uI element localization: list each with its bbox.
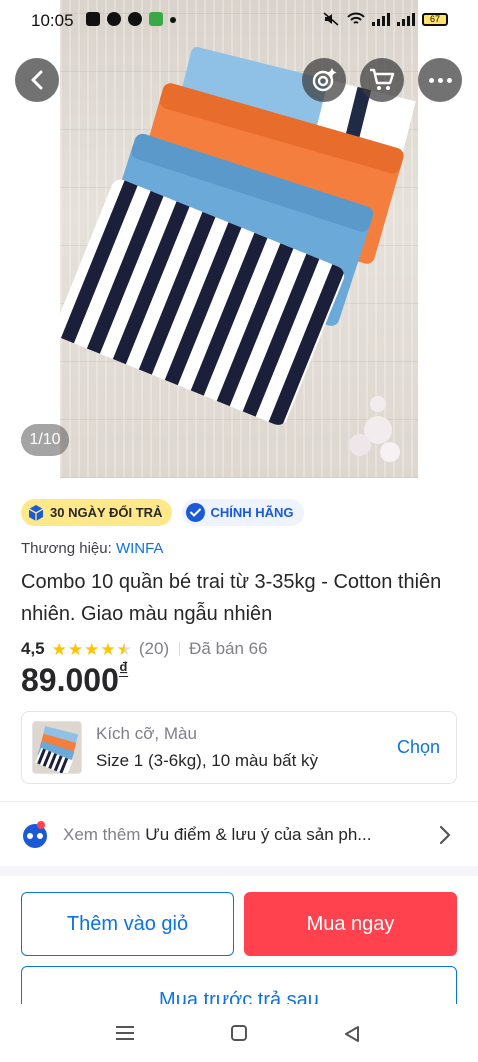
star-icon: ★ — [84, 639, 100, 659]
cart-button[interactable] — [360, 58, 404, 102]
see-more-text: Xem thêm Ưu điểm & lưu ý của sản ph... — [63, 825, 413, 845]
choose-variant-link[interactable]: Chọn — [397, 737, 440, 758]
see-more-row[interactable]: Xem thêm Ưu điểm & lưu ý của sản ph... — [21, 815, 457, 855]
see-more-prefix: Xem thêm — [63, 825, 141, 844]
signal-2-icon — [397, 12, 415, 26]
product-title: Combo 10 quần bé trai từ 3-35kg - Cotton… — [21, 571, 442, 625]
back-button[interactable] — [15, 58, 59, 102]
review-count: (20) — [138, 639, 170, 658]
variant-selector[interactable]: Kích cỡ, Màu Size 1 (3-6kg), 10 màu bất … — [21, 711, 457, 784]
rating-value: 4,5 — [21, 639, 45, 658]
return-policy-label: 30 NGÀY ĐỔI TRẢ — [50, 505, 163, 520]
rating-stars: ★ ★ ★ ★ ★ — [52, 641, 132, 658]
android-icon — [149, 12, 163, 26]
see-more-topic: Ưu điểm & lưu ý của sản ph... — [145, 825, 372, 844]
sold-count: Đã bán 66 — [189, 639, 268, 658]
home-icon[interactable] — [231, 1025, 247, 1041]
notification-icons — [86, 12, 176, 26]
system-nav-bar — [0, 1004, 478, 1062]
more-dots-icon — [428, 77, 452, 83]
star-icon: ★ — [100, 639, 116, 659]
cart-icon — [370, 68, 395, 90]
buy-now-button[interactable]: Mua ngay — [244, 892, 457, 956]
verified-check-icon — [186, 503, 206, 522]
star-icon: ★ — [51, 639, 67, 659]
recent-apps-icon[interactable] — [116, 1026, 134, 1044]
dot-icon — [170, 17, 176, 23]
price-value: 89.000 — [21, 662, 119, 698]
wifi-icon — [347, 12, 365, 24]
status-time: 10:05 — [31, 11, 74, 30]
section-gap — [0, 866, 478, 876]
return-policy-badge[interactable]: 30 NGÀY ĐỔI TRẢ — [21, 499, 173, 526]
currency-symbol: ₫ — [118, 659, 129, 680]
shopee-icon — [86, 12, 100, 26]
chevron-left-icon — [31, 70, 43, 90]
section-divider — [0, 801, 478, 802]
settings-icon — [128, 12, 142, 26]
product-image-gallery[interactable]: 10:05 67 1/10 — [0, 0, 478, 478]
brand-label: Thương hiệu: — [21, 540, 112, 557]
signal-icon — [372, 12, 390, 26]
ar-view-button[interactable] — [302, 58, 346, 102]
variant-label: Kích cỡ, Màu — [96, 724, 197, 743]
product-price: 89.000₫ — [21, 659, 129, 699]
battery-icon: 67 — [422, 12, 448, 26]
brand-line: Thương hiệu: WINFA — [21, 540, 163, 557]
variant-value: Size 1 (3-6kg), 10 màu bất kỳ — [96, 751, 319, 770]
genuine-badge[interactable]: CHÍNH HÃNG — [182, 499, 304, 526]
image-counter: 1/10 — [21, 424, 69, 456]
return-box-icon — [28, 504, 44, 521]
status-bar: 10:05 67 — [0, 0, 478, 42]
back-triangle-icon[interactable] — [344, 1025, 360, 1043]
rating-row[interactable]: 4,5 ★ ★ ★ ★ ★ (20) Đã bán 66 — [21, 637, 268, 661]
app-icon — [107, 12, 121, 26]
chevron-right-icon — [439, 825, 451, 845]
variant-thumbnail — [32, 721, 82, 774]
star-icon: ★ — [67, 639, 84, 659]
ar-sparkle-icon — [312, 68, 337, 92]
divider — [179, 642, 181, 656]
add-to-cart-button[interactable]: Thêm vào giỏ — [21, 892, 234, 956]
mute-icon — [323, 12, 339, 26]
half-star-icon: ★ — [116, 639, 132, 659]
more-options-button[interactable] — [418, 58, 462, 102]
genuine-label: CHÍNH HÃNG — [210, 505, 294, 520]
assistant-bot-icon — [23, 821, 47, 848]
badge-row: 30 NGÀY ĐỔI TRẢ CHÍNH HÃNG — [21, 499, 304, 526]
brand-link[interactable]: WINFA — [116, 540, 164, 557]
system-icons: 67 — [322, 12, 448, 26]
